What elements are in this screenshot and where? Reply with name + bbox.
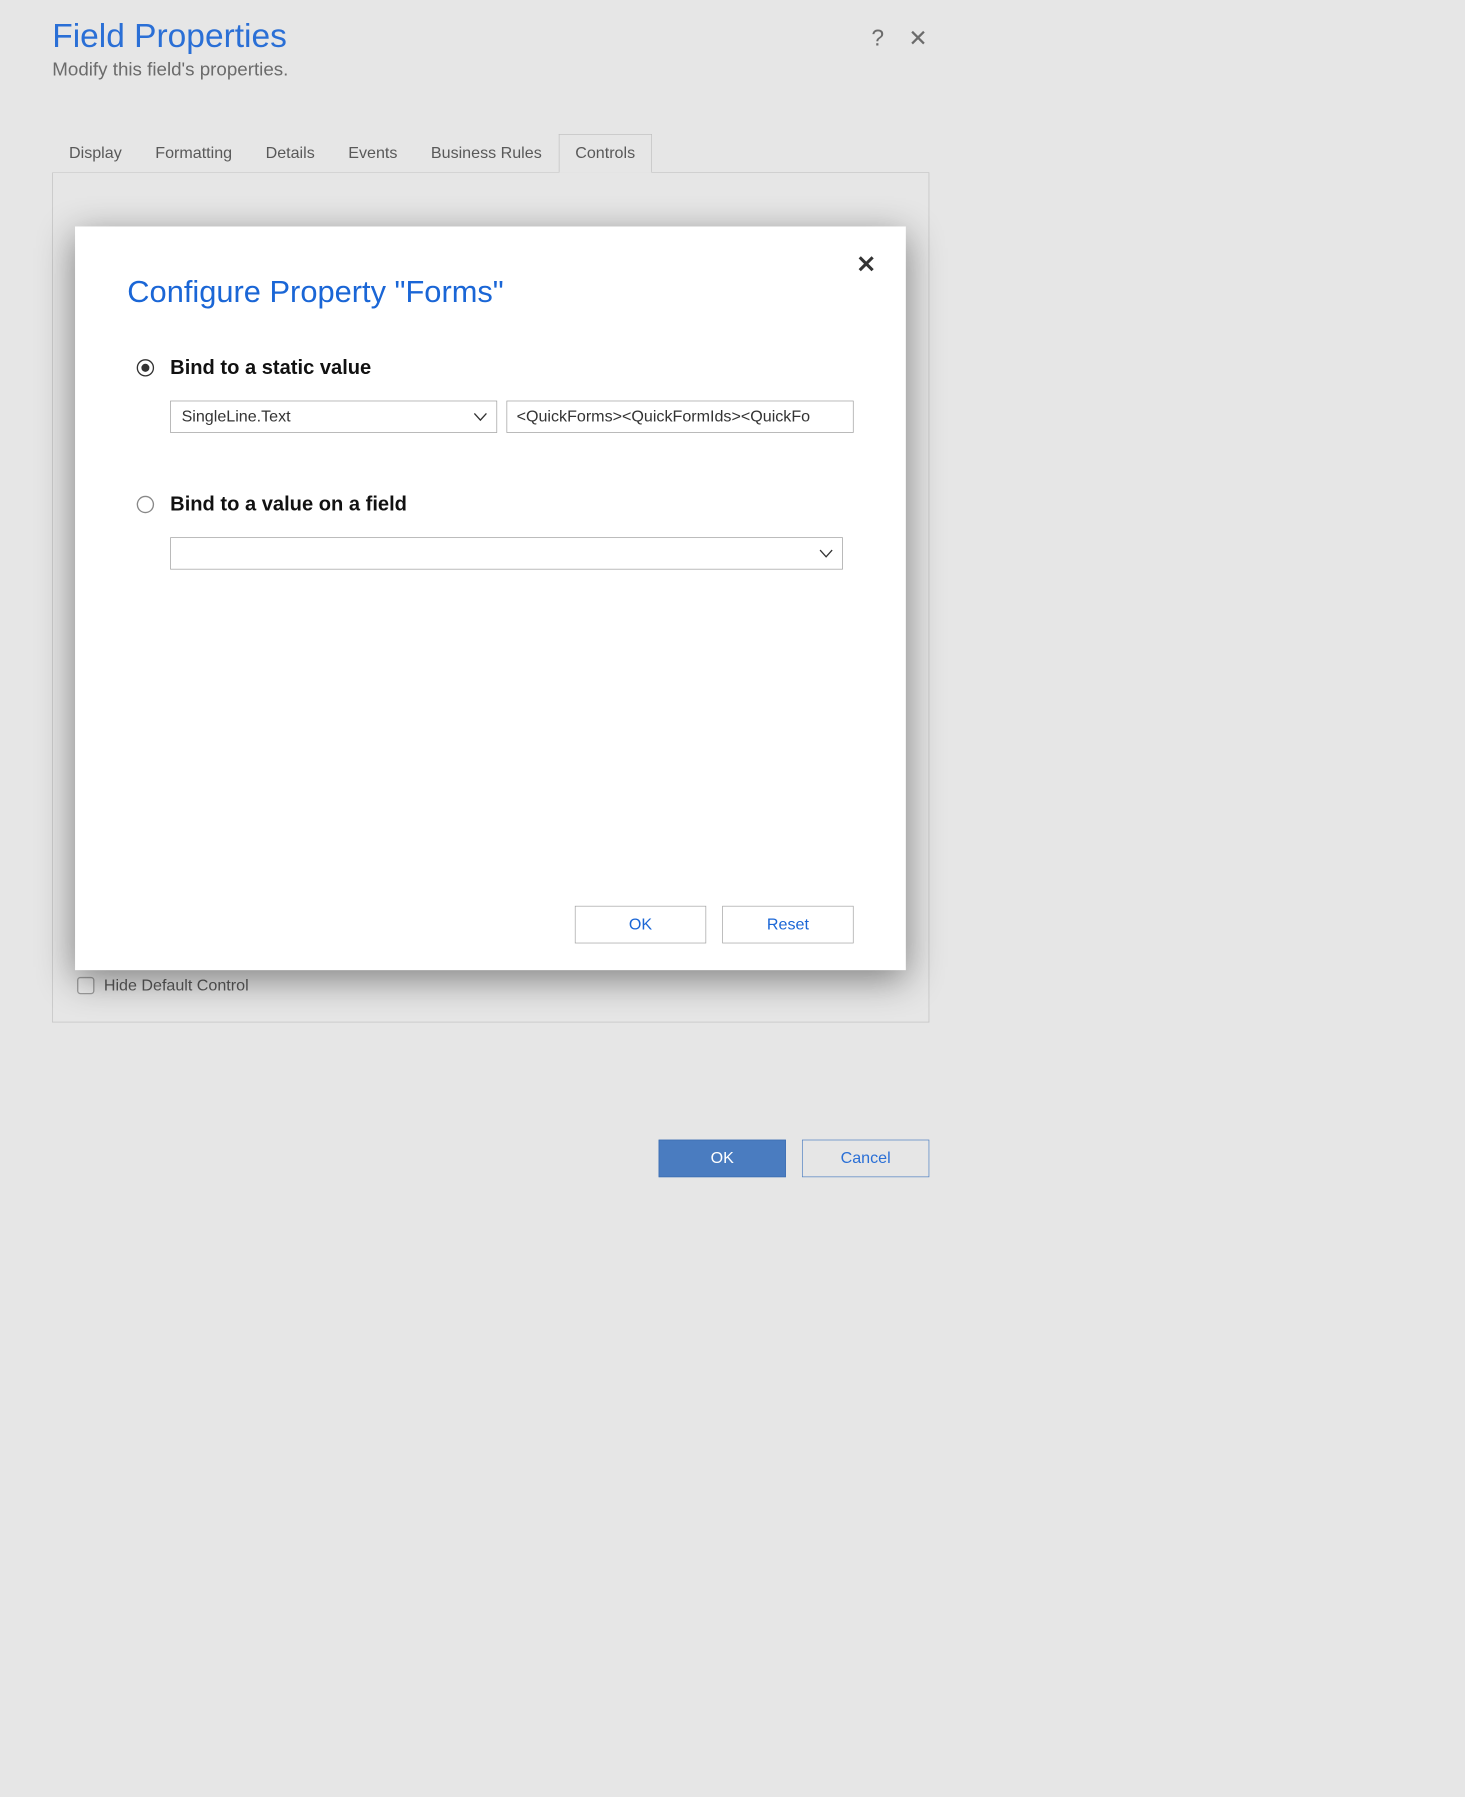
page-subtitle: Modify this field's properties.: [52, 59, 288, 80]
page-title: Field Properties: [52, 16, 288, 55]
dialog-ok-button[interactable]: OK: [575, 906, 706, 944]
tab-events[interactable]: Events: [331, 134, 414, 172]
hide-default-control-row: Hide Default Control: [77, 976, 249, 995]
static-value-text: <QuickForms><QuickFormIds><QuickFo: [517, 407, 811, 426]
dialog-title: Configure Property "Forms": [127, 273, 853, 309]
dialog-reset-button[interactable]: Reset: [722, 906, 853, 944]
bind-static-label: Bind to a static value: [170, 356, 371, 379]
dialog-buttons: OK Reset: [575, 906, 854, 944]
bind-static-option[interactable]: Bind to a static value: [137, 356, 854, 379]
static-value-input[interactable]: <QuickForms><QuickFormIds><QuickFo: [507, 401, 854, 433]
ok-button[interactable]: OK: [659, 1140, 786, 1178]
static-type-select-value: SingleLine.Text: [182, 407, 291, 426]
bind-static-inputs: SingleLine.Text <QuickForms><QuickFormId…: [170, 401, 853, 433]
tab-details[interactable]: Details: [249, 134, 332, 172]
footer-buttons: OK Cancel: [659, 1140, 930, 1178]
field-properties-header: Field Properties Modify this field's pro…: [0, 0, 982, 87]
cancel-button[interactable]: Cancel: [802, 1140, 929, 1178]
chevron-down-icon: [819, 549, 832, 558]
configure-property-dialog: ✕ Configure Property "Forms" Bind to a s…: [75, 226, 906, 970]
bind-field-radio[interactable]: [137, 496, 154, 513]
help-icon[interactable]: ?: [866, 25, 889, 52]
hide-default-control-checkbox[interactable]: [77, 977, 94, 994]
close-icon[interactable]: ✕: [907, 25, 930, 52]
bind-field-option[interactable]: Bind to a value on a field: [137, 493, 854, 516]
tab-formatting[interactable]: Formatting: [138, 134, 248, 172]
tab-business-rules[interactable]: Business Rules: [414, 134, 558, 172]
bind-field-select[interactable]: [170, 537, 843, 569]
hide-default-control-label: Hide Default Control: [104, 976, 249, 995]
chevron-down-icon: [474, 412, 487, 421]
bind-static-radio[interactable]: [137, 359, 154, 376]
static-type-select[interactable]: SingleLine.Text: [170, 401, 497, 433]
tab-strip: Display Formatting Details Events Busine…: [52, 134, 929, 173]
tab-display[interactable]: Display: [52, 134, 138, 172]
bind-field-label: Bind to a value on a field: [170, 493, 407, 516]
tab-controls[interactable]: Controls: [558, 134, 651, 172]
dialog-close-icon[interactable]: ✕: [856, 251, 876, 279]
